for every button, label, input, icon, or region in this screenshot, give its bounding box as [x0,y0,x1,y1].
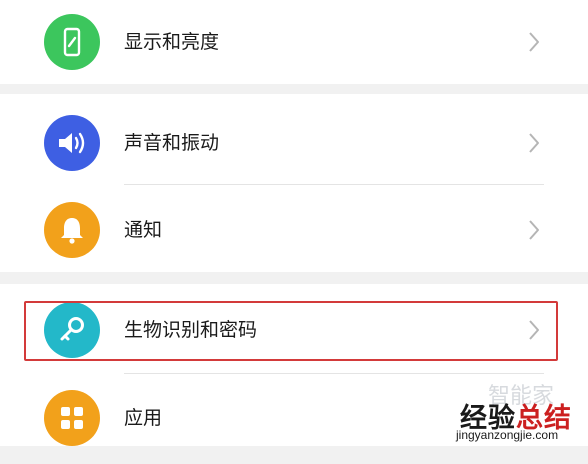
settings-item-notifications[interactable]: 通知 [0,186,588,274]
phone-brightness-icon [44,14,100,70]
divider [124,184,544,185]
settings-item-label: 声音和振动 [124,132,220,154]
apps-grid-icon [44,390,100,446]
settings-item-label: 显示和亮度 [124,31,220,53]
watermark-url: jingyanzongjie.com [456,428,559,442]
settings-item-sound[interactable]: 声音和振动 [0,97,588,185]
settings-item-display[interactable]: 显示和亮度 [0,0,588,88]
chevron-right-icon [529,220,539,240]
bell-icon [44,202,100,258]
speaker-icon [44,115,100,171]
chevron-right-icon [529,133,539,153]
highlight-box [24,301,558,361]
divider [124,373,544,374]
chevron-right-icon [529,32,539,52]
settings-item-label: 通知 [124,219,163,241]
settings-item-label: 应用 [124,407,163,429]
